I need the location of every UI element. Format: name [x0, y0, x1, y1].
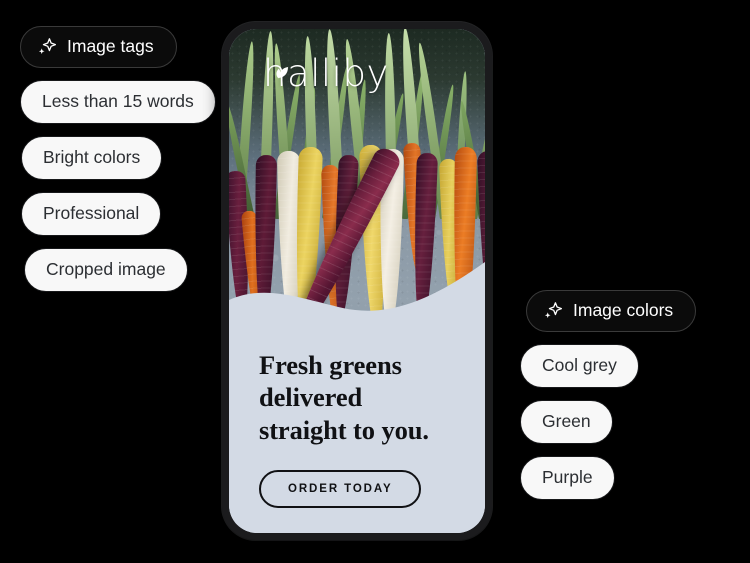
color-pill-purple[interactable]: Purple: [520, 456, 615, 500]
brand-logo: halliby: [263, 55, 389, 92]
tag-row: Less than 15 words: [0, 68, 216, 124]
wave-shape: [229, 262, 485, 347]
image-colors-header[interactable]: Image colors: [526, 290, 697, 332]
promo-headline: Fresh greens delivered straight to you.: [259, 349, 455, 446]
tag-pill-label: Professional: [43, 203, 140, 223]
tag-pill-label: Cropped image: [46, 259, 166, 279]
image-colors-header-label: Image colors: [573, 300, 674, 320]
tag-pill-cropped-image[interactable]: Cropped image: [24, 248, 188, 292]
image-colors-panel: Image colors Cool grey Green Purple: [516, 290, 697, 500]
canvas: Image tags Less than 15 words Bright col…: [0, 0, 750, 563]
color-pill-green[interactable]: Green: [520, 400, 613, 444]
order-today-button[interactable]: ORDER TODAY: [259, 469, 421, 508]
tag-pill-less-than-15-words[interactable]: Less than 15 words: [20, 80, 216, 124]
color-pill-label: Cool grey: [542, 355, 617, 375]
image-colors-header-row: Image colors: [516, 290, 697, 332]
phone-screen: halliby Fresh greens delivered straight …: [229, 29, 485, 533]
color-row: Purple: [516, 444, 696, 500]
sparkle-icon: [38, 38, 57, 55]
tag-pill-label: Bright colors: [43, 147, 141, 167]
color-pill-label: Green: [542, 411, 591, 431]
leaf-sprout-icon: [276, 67, 288, 79]
image-tags-panel: Image tags Less than 15 words Bright col…: [0, 26, 216, 292]
promo-panel: Fresh greens delivered straight to you. …: [229, 321, 485, 533]
wave-divider: [229, 258, 485, 347]
headline-line: delivered: [259, 382, 363, 413]
tag-pill-professional[interactable]: Professional: [21, 192, 162, 236]
tag-row: Cropped image: [0, 236, 216, 292]
headline-line: straight to you.: [259, 414, 429, 445]
tag-row: Bright colors: [0, 124, 216, 180]
headline-line: Fresh greens: [259, 350, 402, 380]
tag-pill-bright-colors[interactable]: Bright colors: [21, 136, 163, 180]
sparkle-icon: [544, 302, 563, 319]
hero-image: halliby: [229, 29, 485, 347]
tag-row: Professional: [0, 180, 216, 236]
image-tags-header-row: Image tags: [0, 26, 216, 68]
color-pill-cool-grey[interactable]: Cool grey: [520, 344, 639, 388]
tag-pill-label: Less than 15 words: [42, 91, 194, 111]
image-tags-header[interactable]: Image tags: [20, 26, 177, 68]
phone-mockup: halliby Fresh greens delivered straight …: [222, 22, 492, 540]
color-pill-label: Purple: [542, 467, 593, 487]
color-row: Green: [516, 388, 696, 444]
color-row: Cool grey: [516, 332, 696, 388]
image-tags-header-label: Image tags: [67, 36, 154, 56]
